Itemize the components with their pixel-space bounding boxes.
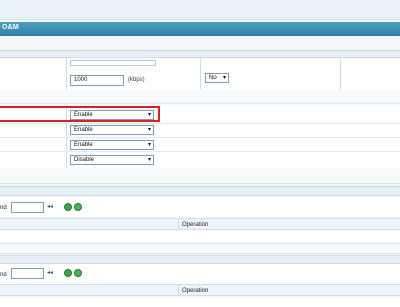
highlight-box <box>0 106 160 122</box>
section2-table-head: Operation <box>0 284 400 297</box>
setting-select-2[interactable]: Enable ▾ <box>70 125 154 135</box>
section2-input[interactable] <box>11 268 44 279</box>
section2-label: nd <box>0 272 7 278</box>
setting-select-3[interactable]: Enable ▾ <box>70 140 154 150</box>
refresh-icon[interactable] <box>74 203 82 211</box>
section-header: O&M <box>0 22 400 36</box>
section-band-2 <box>0 255 400 264</box>
spacer-row-3 <box>0 246 400 254</box>
chevron-down-icon: ▾ <box>147 142 151 148</box>
subheader-band <box>0 50 400 58</box>
spacer-row <box>0 90 400 104</box>
section-band-1 <box>0 186 400 196</box>
search-icon[interactable] <box>64 269 72 277</box>
section1-operation-header: Operation <box>182 222 209 228</box>
back-icon[interactable]: ◂◂ <box>47 203 53 210</box>
section-title: O&M <box>2 24 19 31</box>
section1-input[interactable] <box>11 202 44 213</box>
section2-operation-header: Operation <box>182 288 209 294</box>
chevron-down-icon: ▾ <box>147 157 151 163</box>
setting-select-4[interactable]: Disable ▾ <box>70 155 154 165</box>
spacer-row-2 <box>0 170 400 184</box>
refresh-icon[interactable] <box>74 269 82 277</box>
top-bar <box>0 0 400 20</box>
section1-row <box>0 230 400 244</box>
rate-input[interactable]: 1000 <box>70 75 124 86</box>
chevron-down-icon: ▾ <box>222 75 226 81</box>
search-icon[interactable] <box>64 203 72 211</box>
rate-unit: (kbps) <box>128 77 145 83</box>
section1-table-head: Operation <box>0 218 400 231</box>
chevron-down-icon: ▾ <box>147 127 151 133</box>
section1-label: nd <box>0 205 7 211</box>
back-icon[interactable]: ◂◂ <box>47 269 53 276</box>
rate-row: 1000 (kbps) No ▾ <box>0 58 400 90</box>
rate-option-select[interactable]: No ▾ <box>205 73 229 83</box>
section2-row <box>0 297 400 307</box>
section1-toolbar: nd ◂◂ <box>0 197 400 217</box>
rate-upper-field[interactable] <box>70 60 156 66</box>
section2-toolbar: nd ◂◂ <box>0 264 400 284</box>
